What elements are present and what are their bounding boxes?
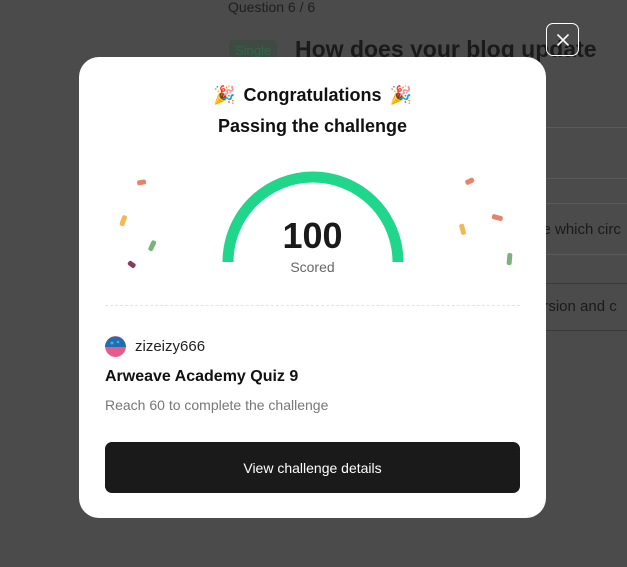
divider xyxy=(105,305,520,306)
close-button[interactable] xyxy=(546,23,579,56)
avatar xyxy=(105,336,126,357)
score-label: Scored xyxy=(290,259,335,275)
question-counter: Question 6 / 6 xyxy=(228,0,316,15)
result-modal: 🎉 Congratulations 🎉 Passing the challeng… xyxy=(79,57,546,518)
option-text: ersion and c xyxy=(535,298,617,315)
close-icon xyxy=(556,33,569,46)
username: zizeizy666 xyxy=(135,338,206,355)
user-row: zizeizy666 xyxy=(105,336,205,357)
quiz-title: Arweave Academy Quiz 9 xyxy=(105,368,299,385)
quiz-description: Reach 60 to complete the challenge xyxy=(105,397,329,413)
option-text: ve which circ xyxy=(535,221,621,238)
score-value: 100 xyxy=(282,215,343,256)
view-challenge-details-button[interactable]: View challenge details xyxy=(105,442,520,493)
